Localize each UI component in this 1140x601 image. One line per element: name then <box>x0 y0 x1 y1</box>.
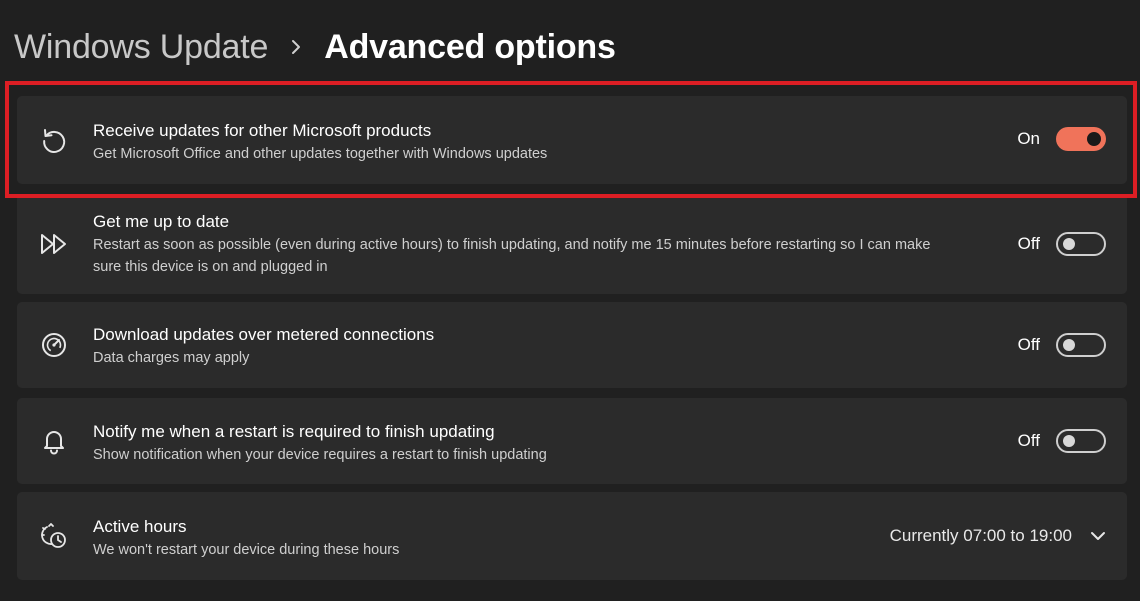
setting-description: Get Microsoft Office and other updates t… <box>93 146 548 162</box>
toggle-state-label: Off <box>1017 335 1040 354</box>
clock-schedule-icon <box>39 521 69 551</box>
fast-forward-icon <box>39 229 69 259</box>
toggle-receive-other-updates[interactable]: On <box>1012 127 1106 151</box>
toggle-knob <box>1087 132 1101 146</box>
setting-metered-connections[interactable]: Download updates over metered connection… <box>17 302 1127 388</box>
setting-description: We won't restart your device during thes… <box>93 542 400 558</box>
settings-page: Windows Update Advanced options Receive … <box>0 0 1140 601</box>
chevron-right-icon <box>268 22 324 72</box>
setting-description: Data charges may apply <box>93 350 250 366</box>
setting-get-me-up-to-date[interactable]: Get me up to date Restart as soon as pos… <box>17 194 1127 294</box>
setting-description: Show notification when your device requi… <box>93 447 547 463</box>
toggle-switch[interactable] <box>1056 333 1106 357</box>
sync-history-icon <box>39 125 69 155</box>
toggle-knob <box>1063 339 1075 351</box>
setting-description: Restart as soon as possible (even during… <box>93 237 931 275</box>
setting-title: Active hours <box>93 517 187 536</box>
toggle-knob <box>1063 435 1075 447</box>
setting-title: Download updates over metered connection… <box>93 325 435 344</box>
toggle-switch[interactable] <box>1056 127 1106 151</box>
gauge-icon <box>39 330 69 360</box>
toggle-state-label: Off <box>1017 431 1040 450</box>
breadcrumb: Windows Update Advanced options <box>14 22 616 72</box>
active-hours-value: Currently 07:00 to 19:00 <box>889 526 1072 545</box>
bell-icon <box>39 426 69 456</box>
toggle-state-label: On <box>1017 129 1040 148</box>
setting-active-hours[interactable]: Active hours We won't restart your devic… <box>17 492 1127 580</box>
toggle-switch[interactable] <box>1056 429 1106 453</box>
chevron-down-icon[interactable] <box>1090 531 1106 541</box>
setting-receive-other-updates[interactable]: Receive updates for other Microsoft prod… <box>17 96 1127 184</box>
setting-title: Get me up to date <box>93 212 230 231</box>
toggle-knob <box>1063 238 1075 250</box>
toggle-metered-connections[interactable]: Off <box>1012 333 1106 357</box>
breadcrumb-windows-update[interactable]: Windows Update <box>14 28 268 67</box>
setting-title: Notify me when a restart is required to … <box>93 422 495 441</box>
setting-title: Receive updates for other Microsoft prod… <box>93 121 432 140</box>
toggle-state-label: Off <box>1017 234 1040 253</box>
toggle-switch[interactable] <box>1056 232 1106 256</box>
active-hours-expander[interactable]: Currently 07:00 to 19:00 <box>890 526 1106 546</box>
toggle-notify-restart[interactable]: Off <box>1012 429 1106 453</box>
setting-notify-restart[interactable]: Notify me when a restart is required to … <box>17 398 1127 484</box>
toggle-get-me-up-to-date[interactable]: Off <box>1012 232 1106 256</box>
page-title: Advanced options <box>324 27 616 66</box>
